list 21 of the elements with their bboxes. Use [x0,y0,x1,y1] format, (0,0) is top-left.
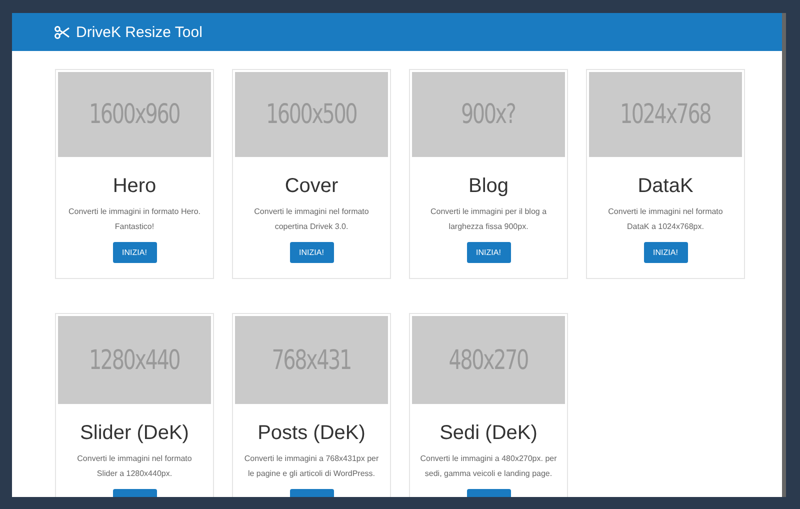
scrollbar[interactable] [782,13,786,497]
card-title: Cover [284,174,338,198]
card-description: Converti le immagini nel formato DataK a 1024x768px. [607,206,724,233]
card-title: DataK [638,174,694,198]
card-title: Slider (DeK) [80,422,189,445]
card-description: Converti le immagini a 768x431px per le pagine e gli articoli di WordPress. [243,453,380,480]
card-title: Sedi (DeK) [440,422,538,445]
start-button[interactable]: INIZIA! [112,242,156,263]
card-description: Converti le immagini per il blog a larghezza fissa 900px. [429,206,548,233]
card-description: Converti le immagini in formato Hero. Fantastico! [67,206,202,233]
start-button[interactable]: INIZIA! [644,242,688,263]
app-title: DriveK Resize Tool [76,24,202,40]
card-description: Converti le immagini nel formato Slider a 1280x440px. [76,453,193,480]
card-title: Hero [112,174,156,198]
card-title: Posts (DeK) [258,422,366,445]
card-title: Blog [468,174,509,198]
scissors-icon [54,26,70,38]
start-button[interactable]: INIZIA! [290,242,334,263]
start-button[interactable]: INIZIA! [466,242,510,263]
card-description: Converti le immagini nel formato copertina Drivek 3.0. [253,206,370,233]
card-description: Converti le immagini a 480x270px. per sedi, gamma veicoli e landing page. [419,453,558,480]
